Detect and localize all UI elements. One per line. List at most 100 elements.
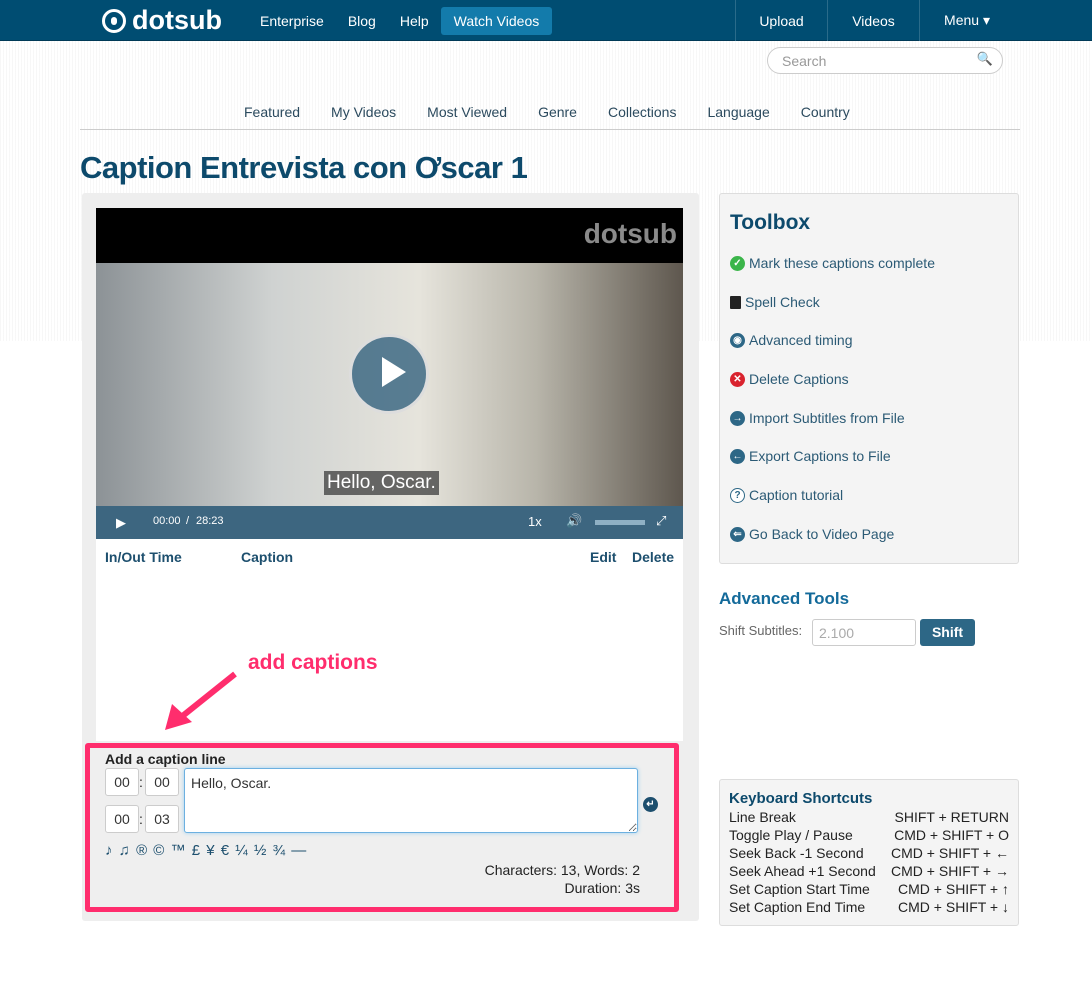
spell-check-link[interactable]: Spell Check xyxy=(730,294,820,310)
export-captions-link[interactable]: ← Export Captions to File xyxy=(730,448,891,464)
fullscreen-icon[interactable]: ⤢ xyxy=(656,513,666,529)
video-controls: ▶ 00:00 / 28:23 1x 🔊 ⤢ xyxy=(96,506,683,539)
shift-button[interactable]: Shift xyxy=(920,619,975,646)
advanced-tools-title: Advanced Tools xyxy=(719,589,850,608)
col-delete: Delete xyxy=(632,549,675,565)
right-nav: Upload Videos Menu ▾ xyxy=(735,0,1014,41)
shortcut-action: Set Caption Start Time xyxy=(729,881,870,897)
toolbox-item-label: Spell Check xyxy=(745,294,820,310)
caption-tutorial-link[interactable]: ? Caption tutorial xyxy=(730,487,843,503)
back-to-video-link[interactable]: ⇐ Go Back to Video Page xyxy=(730,526,894,542)
shortcut-action: Toggle Play / Pause xyxy=(729,827,853,843)
shortcut-action: Seek Back -1 Second xyxy=(729,845,864,861)
keyboard-shortcuts-panel: Keyboard Shortcuts Line Break SHIFT + RET… xyxy=(719,779,1019,926)
page-title: Caption Entrevista con Ơscar 1 xyxy=(80,150,528,185)
shortcut-keys: CMD + SHIFT + ↓ xyxy=(898,899,1009,915)
nav-upload[interactable]: Upload xyxy=(735,0,827,41)
shortcut-row: Set Caption Start Time CMD + SHIFT + ↑ xyxy=(729,880,1009,898)
shortcut-action: Seek Ahead +1 Second xyxy=(729,863,876,879)
col-edit: Edit xyxy=(590,549,617,565)
subnav-featured[interactable]: Featured xyxy=(244,104,300,120)
import-subtitles-link[interactable]: → Import Subtitles from File xyxy=(730,410,905,426)
shift-amount-input[interactable]: 2.100 xyxy=(812,619,916,646)
top-navbar: dotsub Enterprise Blog Help Watch Videos… xyxy=(0,0,1092,41)
toolbox-item-label: Caption tutorial xyxy=(749,487,844,503)
out-minutes-field[interactable]: 00 xyxy=(105,805,139,833)
annotation-label: add captions xyxy=(248,651,378,674)
out-seconds-field[interactable]: 03 xyxy=(145,805,179,833)
nav-videos[interactable]: Videos xyxy=(827,0,919,41)
export-icon: ← xyxy=(730,448,745,464)
shortcut-action: Set Caption End Time xyxy=(729,899,866,915)
video-player[interactable]: dotsub Hello, Oscar. ▶ 00:00 / 28:23 1x … xyxy=(96,208,683,539)
toolbox-item-label: Delete Captions xyxy=(749,371,849,387)
back-icon: ⇐ xyxy=(730,526,745,542)
shortcut-keys: CMD + SHIFT + → xyxy=(891,863,1009,879)
shortcut-row: Seek Ahead +1 Second CMD + SHIFT + → xyxy=(729,862,1009,880)
shortcut-row: Line Break SHIFT + RETURN xyxy=(729,808,1009,826)
add-caption-title: Add a caption line xyxy=(105,751,226,767)
play-icon[interactable]: ▶ xyxy=(116,515,126,531)
import-icon: → xyxy=(730,410,745,426)
toolbox-title: Toolbox xyxy=(730,211,811,234)
volume-slider[interactable] xyxy=(595,520,645,525)
advanced-timing-link[interactable]: ◉ Advanced timing xyxy=(730,332,853,348)
x-circle-icon: ✕ xyxy=(730,371,745,387)
play-overlay-button[interactable] xyxy=(349,334,429,414)
annotation-arrow-icon xyxy=(165,671,237,730)
duration: 28:23 xyxy=(196,515,224,527)
video-subtitle: Hello, Oscar. xyxy=(324,471,439,495)
nav-enterprise[interactable]: Enterprise xyxy=(248,13,336,29)
target-icon: ◉ xyxy=(730,332,745,348)
col-caption: Caption xyxy=(241,549,294,565)
in-seconds-field[interactable]: 00 xyxy=(145,768,179,796)
search-placeholder: Search xyxy=(782,53,827,69)
toolbox-panel: Toolbox ✓ Mark these captions complete Sp… xyxy=(719,193,1019,564)
shortcut-keys: CMD + SHIFT + O xyxy=(894,827,1009,843)
nav-watch-videos[interactable]: Watch Videos xyxy=(440,6,553,35)
submit-return-icon[interactable]: ↵ xyxy=(643,797,658,812)
toolbox-item-label: Advanced timing xyxy=(749,332,853,348)
toolbox-item-label: Import Subtitles from File xyxy=(749,410,905,426)
special-symbols[interactable]: ♪ ♫ ® © ™ £ ¥ € ¼ ½ ¾ — xyxy=(105,842,307,859)
shortcut-action: Line Break xyxy=(729,809,796,825)
subnav-collections[interactable]: Collections xyxy=(608,104,676,120)
dotsub-logo-icon xyxy=(102,8,126,33)
book-icon xyxy=(730,295,741,309)
shortcut-row: Seek Back -1 Second CMD + SHIFT + ← xyxy=(729,844,1009,862)
question-icon: ? xyxy=(730,487,745,503)
dotsub-logo[interactable]: dotsub xyxy=(102,5,222,36)
shortcut-keys: SHIFT + RETURN xyxy=(894,809,1009,825)
nav-menu[interactable]: Menu ▾ xyxy=(919,0,1014,41)
subnav-genre[interactable]: Genre xyxy=(538,104,577,120)
subnav-language[interactable]: Language xyxy=(707,104,769,120)
brand-name: dotsub xyxy=(132,5,222,35)
duration-stats: Duration: 3s xyxy=(564,880,640,896)
character-stats: Characters: 13, Words: 2 xyxy=(484,862,640,878)
video-watermark: dotsub xyxy=(583,218,677,249)
col-in-out-time: In/Out Time xyxy=(105,549,182,565)
colon: : xyxy=(139,774,143,790)
search-input[interactable]: Search 🔍 xyxy=(767,47,1003,74)
mark-complete-link[interactable]: ✓ Mark these captions complete xyxy=(730,255,935,271)
toolbox-item-label: Export Captions to File xyxy=(749,448,891,464)
nav-blog[interactable]: Blog xyxy=(336,13,388,29)
search-icon[interactable]: 🔍 xyxy=(977,51,993,67)
category-nav: Featured My Videos Most Viewed Genre Col… xyxy=(244,104,881,120)
in-minutes-field[interactable]: 00 xyxy=(105,768,139,796)
volume-icon[interactable]: 🔊 xyxy=(566,513,582,529)
current-time: 00:00 xyxy=(153,515,181,527)
subnav-my-videos[interactable]: My Videos xyxy=(331,104,396,120)
nav-help[interactable]: Help xyxy=(388,13,441,29)
speed-button[interactable]: 1x xyxy=(528,514,542,529)
divider xyxy=(80,129,1020,130)
main-nav: Enterprise Blog Help Watch Videos xyxy=(248,0,553,41)
toolbox-item-label: Go Back to Video Page xyxy=(749,526,895,542)
subnav-country[interactable]: Country xyxy=(801,104,850,120)
time-separator: / xyxy=(186,515,190,527)
caption-text-input[interactable]: Hello, Oscar. xyxy=(184,768,638,833)
delete-captions-link[interactable]: ✕ Delete Captions xyxy=(730,371,849,387)
shortcut-row: Set Caption End Time CMD + SHIFT + ↓ xyxy=(729,898,1009,916)
subnav-most-viewed[interactable]: Most Viewed xyxy=(427,104,507,120)
shortcut-keys: CMD + SHIFT + ← xyxy=(891,845,1009,861)
